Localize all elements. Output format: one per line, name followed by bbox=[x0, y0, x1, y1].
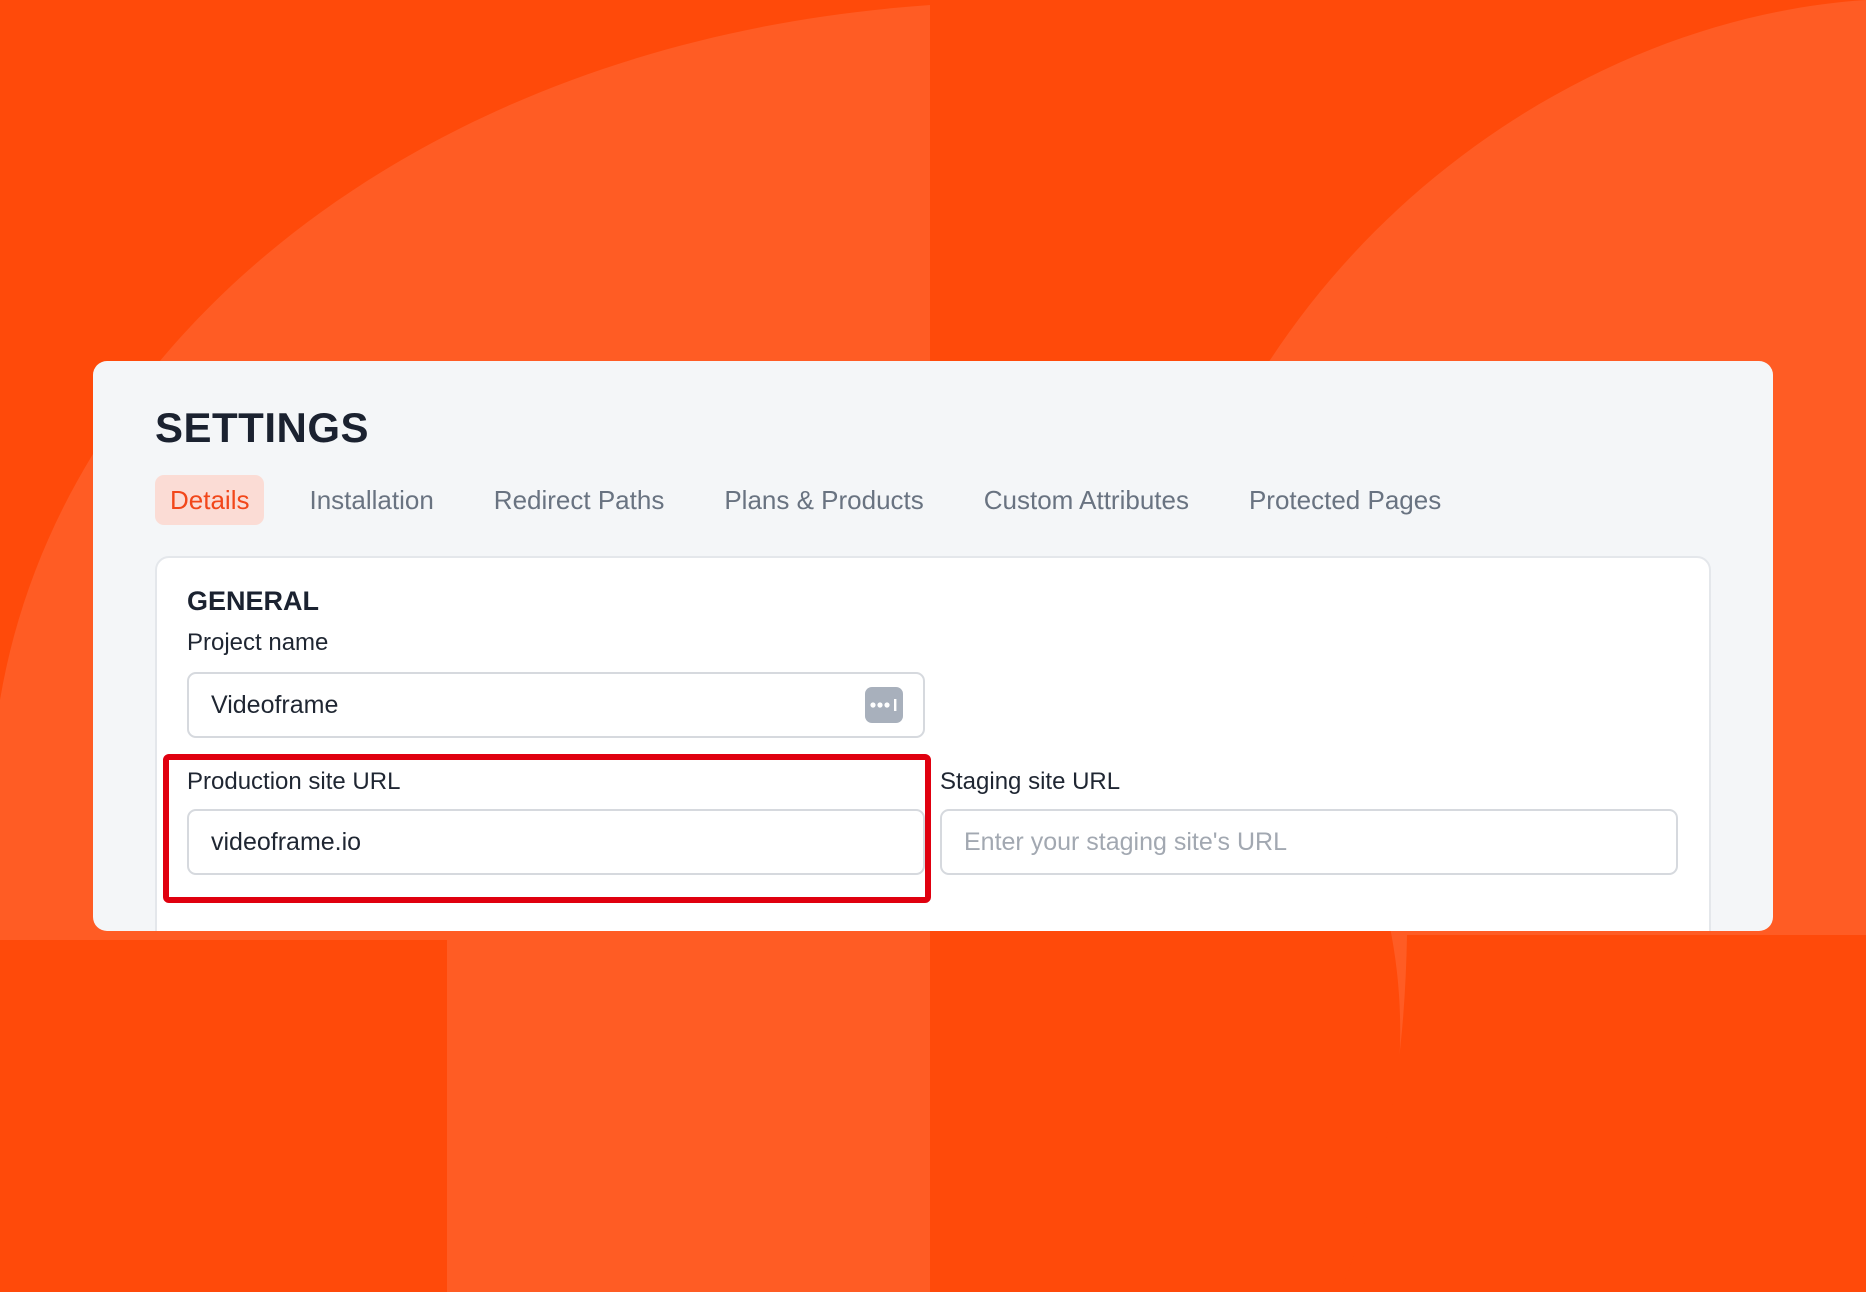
tab-redirect-paths[interactable]: Redirect Paths bbox=[479, 475, 680, 525]
tab-plans-products[interactable]: Plans & Products bbox=[709, 475, 938, 525]
project-name-value: Videoframe bbox=[211, 690, 339, 719]
project-name-label: Project name bbox=[187, 629, 329, 656]
tab-custom-attributes[interactable]: Custom Attributes bbox=[969, 475, 1204, 525]
tab-protected-pages[interactable]: Protected Pages bbox=[1234, 475, 1456, 525]
tab-installation[interactable]: Installation bbox=[294, 475, 448, 525]
production-url-value: videoframe.io bbox=[211, 827, 362, 856]
staging-url-label: Staging site URL bbox=[940, 768, 1121, 795]
tab-details[interactable]: Details bbox=[155, 475, 265, 525]
password-manager-icon[interactable] bbox=[865, 687, 903, 723]
settings-tabs: Details Installation Redirect Paths Plan… bbox=[155, 475, 1486, 525]
page-title: SETTINGS bbox=[155, 404, 370, 451]
project-name-input[interactable]: Videoframe bbox=[187, 672, 925, 738]
staging-url-placeholder: Enter your staging site's URL bbox=[964, 827, 1287, 856]
production-url-input[interactable]: videoframe.io bbox=[187, 809, 925, 875]
production-url-label: Production site URL bbox=[187, 768, 401, 795]
general-card: GENERAL Project name Videoframe Producti… bbox=[155, 556, 1711, 931]
staging-url-input[interactable]: Enter your staging site's URL bbox=[940, 809, 1678, 875]
section-title-general: GENERAL bbox=[187, 586, 320, 616]
settings-panel: SETTINGS Details Installation Redirect P… bbox=[93, 361, 1773, 931]
